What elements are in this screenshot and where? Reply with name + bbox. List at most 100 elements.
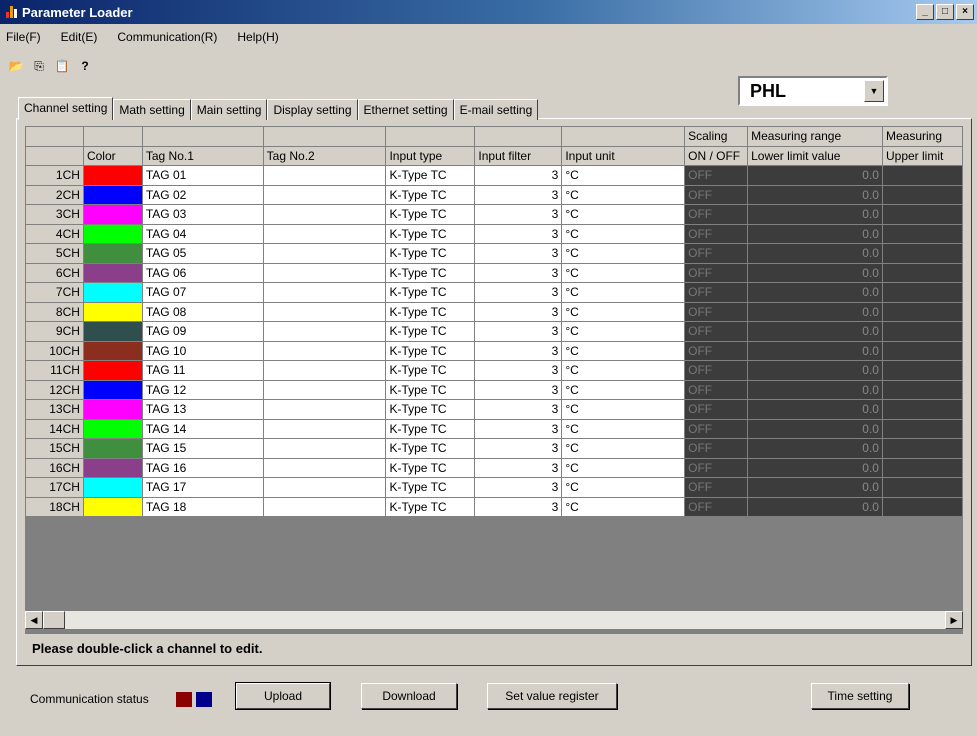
- tag-no1-cell[interactable]: TAG 03: [141, 204, 264, 225]
- color-swatch[interactable]: [82, 399, 143, 420]
- input-unit-cell[interactable]: °C: [561, 223, 686, 244]
- scaling-cell[interactable]: OFF: [684, 282, 749, 303]
- upper-limit-cell[interactable]: [881, 477, 963, 498]
- input-unit-cell[interactable]: °C: [561, 184, 686, 205]
- channel-number[interactable]: 3CH: [25, 204, 84, 225]
- upper-limit-cell[interactable]: [881, 496, 963, 517]
- table-row[interactable]: 7CH TAG 07 K-Type TC 3 °C OFF 0.0: [25, 282, 963, 303]
- upper-limit-cell[interactable]: [881, 165, 963, 186]
- input-type-cell[interactable]: K-Type TC: [385, 340, 476, 361]
- input-type-cell[interactable]: K-Type TC: [385, 457, 476, 478]
- lower-limit-cell[interactable]: 0.0: [747, 438, 883, 459]
- table-row[interactable]: 16CH TAG 16 K-Type TC 3 °C OFF 0.0: [25, 457, 963, 478]
- input-filter-cell[interactable]: 3: [474, 262, 563, 283]
- input-type-cell[interactable]: K-Type TC: [385, 321, 476, 342]
- color-swatch[interactable]: [82, 379, 143, 400]
- color-swatch[interactable]: [82, 340, 143, 361]
- channel-number[interactable]: 18CH: [25, 496, 84, 517]
- input-filter-cell[interactable]: 3: [474, 360, 563, 381]
- tag-no2-cell[interactable]: [262, 282, 387, 303]
- input-type-cell[interactable]: K-Type TC: [385, 399, 476, 420]
- input-filter-cell[interactable]: 3: [474, 223, 563, 244]
- upper-limit-cell[interactable]: [881, 379, 963, 400]
- tag-no1-cell[interactable]: TAG 08: [141, 301, 264, 322]
- scroll-thumb[interactable]: [43, 611, 65, 629]
- table-row[interactable]: 11CH TAG 11 K-Type TC 3 °C OFF 0.0: [25, 360, 963, 381]
- upper-limit-cell[interactable]: [881, 399, 963, 420]
- tag-no2-cell[interactable]: [262, 262, 387, 283]
- input-type-cell[interactable]: K-Type TC: [385, 243, 476, 264]
- input-type-cell[interactable]: K-Type TC: [385, 301, 476, 322]
- tag-no1-cell[interactable]: TAG 04: [141, 223, 264, 244]
- tag-no2-cell[interactable]: [262, 321, 387, 342]
- input-filter-cell[interactable]: 3: [474, 282, 563, 303]
- tag-no1-cell[interactable]: TAG 11: [141, 360, 264, 381]
- channel-number[interactable]: 15CH: [25, 438, 84, 459]
- channel-number[interactable]: 7CH: [25, 282, 84, 303]
- input-unit-cell[interactable]: °C: [561, 457, 686, 478]
- tag-no1-cell[interactable]: TAG 15: [141, 438, 264, 459]
- lower-limit-cell[interactable]: 0.0: [747, 184, 883, 205]
- tag-no2-cell[interactable]: [262, 223, 387, 244]
- upper-limit-cell[interactable]: [881, 457, 963, 478]
- tag-no1-cell[interactable]: TAG 14: [141, 418, 264, 439]
- color-swatch[interactable]: [82, 360, 143, 381]
- lower-limit-cell[interactable]: 0.0: [747, 457, 883, 478]
- input-unit-cell[interactable]: °C: [561, 477, 686, 498]
- scaling-cell[interactable]: OFF: [684, 360, 749, 381]
- tag-no2-cell[interactable]: [262, 301, 387, 322]
- channel-number[interactable]: 6CH: [25, 262, 84, 283]
- tag-no1-cell[interactable]: TAG 17: [141, 477, 264, 498]
- table-row[interactable]: 12CH TAG 12 K-Type TC 3 °C OFF 0.0: [25, 379, 963, 400]
- tag-no1-cell[interactable]: TAG 16: [141, 457, 264, 478]
- input-type-cell[interactable]: K-Type TC: [385, 282, 476, 303]
- scaling-cell[interactable]: OFF: [684, 438, 749, 459]
- upper-limit-cell[interactable]: [881, 438, 963, 459]
- channel-number[interactable]: 5CH: [25, 243, 84, 264]
- input-filter-cell[interactable]: 3: [474, 418, 563, 439]
- tag-no1-cell[interactable]: TAG 09: [141, 321, 264, 342]
- input-type-cell[interactable]: K-Type TC: [385, 184, 476, 205]
- scaling-cell[interactable]: OFF: [684, 418, 749, 439]
- input-filter-cell[interactable]: 3: [474, 165, 563, 186]
- help-icon[interactable]: ?: [77, 58, 93, 74]
- channel-number[interactable]: 14CH: [25, 418, 84, 439]
- color-swatch[interactable]: [82, 496, 143, 517]
- upper-limit-cell[interactable]: [881, 223, 963, 244]
- input-filter-cell[interactable]: 3: [474, 204, 563, 225]
- tab-display-setting[interactable]: Display setting: [267, 99, 358, 120]
- chevron-down-icon[interactable]: ▼: [864, 80, 884, 102]
- input-unit-cell[interactable]: °C: [561, 438, 686, 459]
- input-filter-cell[interactable]: 3: [474, 184, 563, 205]
- upper-limit-cell[interactable]: [881, 262, 963, 283]
- copy-icon[interactable]: ⎘: [31, 58, 47, 74]
- input-unit-cell[interactable]: °C: [561, 301, 686, 322]
- tab-channel-setting[interactable]: Channel setting: [18, 97, 114, 120]
- download-button[interactable]: Download: [361, 683, 457, 709]
- model-select[interactable]: PHL ▼: [738, 76, 888, 106]
- input-filter-cell[interactable]: 3: [474, 399, 563, 420]
- lower-limit-cell[interactable]: 0.0: [747, 477, 883, 498]
- tag-no2-cell[interactable]: [262, 496, 387, 517]
- color-swatch[interactable]: [82, 262, 143, 283]
- tag-no1-cell[interactable]: TAG 07: [141, 282, 264, 303]
- channel-number[interactable]: 13CH: [25, 399, 84, 420]
- scaling-cell[interactable]: OFF: [684, 223, 749, 244]
- color-swatch[interactable]: [82, 165, 143, 186]
- lower-limit-cell[interactable]: 0.0: [747, 165, 883, 186]
- table-row[interactable]: 18CH TAG 18 K-Type TC 3 °C OFF 0.0: [25, 496, 963, 517]
- input-unit-cell[interactable]: °C: [561, 418, 686, 439]
- upper-limit-cell[interactable]: [881, 204, 963, 225]
- lower-limit-cell[interactable]: 0.0: [747, 321, 883, 342]
- tag-no2-cell[interactable]: [262, 204, 387, 225]
- menu-help[interactable]: Help(H): [235, 30, 280, 48]
- channel-number[interactable]: 11CH: [25, 360, 84, 381]
- upper-limit-cell[interactable]: [881, 282, 963, 303]
- lower-limit-cell[interactable]: 0.0: [747, 418, 883, 439]
- tag-no2-cell[interactable]: [262, 477, 387, 498]
- input-type-cell[interactable]: K-Type TC: [385, 438, 476, 459]
- channel-number[interactable]: 8CH: [25, 301, 84, 322]
- input-filter-cell[interactable]: 3: [474, 340, 563, 361]
- table-row[interactable]: 9CH TAG 09 K-Type TC 3 °C OFF 0.0: [25, 321, 963, 342]
- upload-button[interactable]: Upload: [235, 682, 331, 710]
